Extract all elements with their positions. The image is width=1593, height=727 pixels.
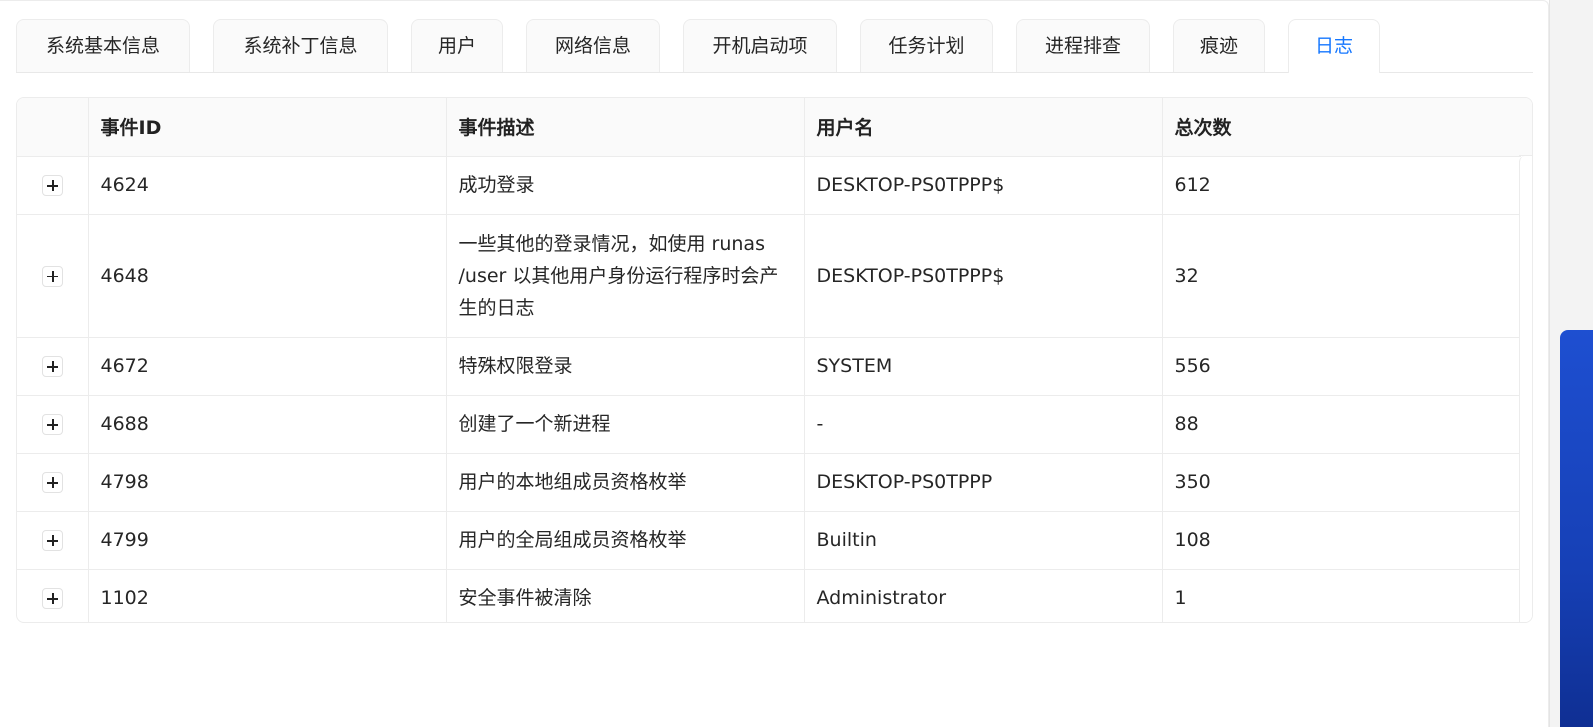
table-row: 4624 成功登录 DESKTOP-PS0TPPP$ 612 bbox=[17, 156, 1521, 215]
count-cell: 612 bbox=[1161, 156, 1521, 215]
expand-cell bbox=[17, 214, 88, 338]
table-row: 4798 用户的本地组成员资格枚举 DESKTOP-PS0TPPP 350 bbox=[17, 453, 1521, 512]
description-cell: 创建了一个新进程 bbox=[445, 395, 804, 454]
tab-process-check[interactable]: 进程排查 bbox=[1016, 19, 1150, 72]
event-id-cell: 4624 bbox=[87, 156, 446, 215]
header-filler bbox=[1519, 98, 1532, 156]
app-window: 系统基本信息 系统补丁信息 用户 网络信息 开机启动项 任务计划 进程排查 痕迹… bbox=[0, 0, 1593, 727]
expand-cell bbox=[17, 453, 88, 512]
tab-users[interactable]: 用户 bbox=[411, 19, 503, 72]
table-row: 4648 一些其他的登录情况，如使用 runas /user 以其他用户身份运行… bbox=[17, 214, 1521, 338]
event-id-cell: 4798 bbox=[87, 453, 446, 512]
expand-cell bbox=[17, 569, 88, 622]
table-row: 4672 特殊权限登录 SYSTEM 556 bbox=[17, 337, 1521, 396]
tab-scheduled-tasks[interactable]: 任务计划 bbox=[860, 19, 993, 72]
event-id-cell: 4648 bbox=[87, 214, 446, 338]
count-cell: 108 bbox=[1161, 511, 1521, 570]
event-id-cell: 4799 bbox=[87, 511, 446, 570]
tab-traces[interactable]: 痕迹 bbox=[1173, 19, 1265, 72]
column-header-expand bbox=[17, 98, 88, 157]
tab-bar: 系统基本信息 系统补丁信息 用户 网络信息 开机启动项 任务计划 进程排查 痕迹… bbox=[16, 19, 1533, 73]
count-cell: 350 bbox=[1161, 453, 1521, 512]
count-cell: 1 bbox=[1161, 569, 1521, 622]
count-cell: 556 bbox=[1161, 337, 1521, 396]
expand-cell bbox=[17, 395, 88, 454]
plus-icon[interactable] bbox=[41, 530, 63, 551]
username-cell: SYSTEM bbox=[803, 337, 1162, 396]
event-log-table: 事件ID 事件描述 用户名 总次数 4624 成功登录 DESKTOP-PS0T… bbox=[16, 97, 1533, 623]
username-cell: DESKTOP-PS0TPPP$ bbox=[803, 214, 1162, 338]
main-panel: 系统基本信息 系统补丁信息 用户 网络信息 开机启动项 任务计划 进程排查 痕迹… bbox=[0, 0, 1549, 727]
description-cell: 成功登录 bbox=[445, 156, 804, 215]
expand-cell bbox=[17, 156, 88, 215]
column-header-username: 用户名 bbox=[803, 98, 1162, 157]
column-header-event-id: 事件ID bbox=[87, 98, 446, 157]
table-scrollbar[interactable] bbox=[1519, 156, 1532, 622]
table-header-row: 事件ID 事件描述 用户名 总次数 bbox=[17, 98, 1521, 157]
description-cell: 特殊权限登录 bbox=[445, 337, 804, 396]
plus-icon[interactable] bbox=[41, 414, 63, 435]
table-row: 4688 创建了一个新进程 - 88 bbox=[17, 395, 1521, 454]
description-cell: 用户的本地组成员资格枚举 bbox=[445, 453, 804, 512]
plus-icon[interactable] bbox=[41, 356, 63, 377]
table-row: 1102 安全事件被清除 Administrator 1 bbox=[17, 569, 1521, 622]
username-cell: DESKTOP-PS0TPPP bbox=[803, 453, 1162, 512]
description-cell: 用户的全局组成员资格枚举 bbox=[445, 511, 804, 570]
description-cell: 一些其他的登录情况，如使用 runas /user 以其他用户身份运行程序时会产… bbox=[445, 214, 804, 338]
tab-network-info[interactable]: 网络信息 bbox=[526, 19, 660, 72]
username-cell: Builtin bbox=[803, 511, 1162, 570]
table-row: 4799 用户的全局组成员资格枚举 Builtin 108 bbox=[17, 511, 1521, 570]
tab-logs[interactable]: 日志 bbox=[1288, 19, 1380, 73]
plus-icon[interactable] bbox=[41, 175, 63, 196]
event-id-cell: 4688 bbox=[87, 395, 446, 454]
description-cell: 安全事件被清除 bbox=[445, 569, 804, 622]
username-cell: - bbox=[803, 395, 1162, 454]
event-id-cell: 1102 bbox=[87, 569, 446, 622]
tab-system-patch-info[interactable]: 系统补丁信息 bbox=[213, 19, 388, 72]
plus-icon[interactable] bbox=[41, 472, 63, 493]
column-header-total-count: 总次数 bbox=[1161, 98, 1521, 157]
event-id-cell: 4672 bbox=[87, 337, 446, 396]
username-cell: Administrator bbox=[803, 569, 1162, 622]
plus-icon[interactable] bbox=[41, 588, 63, 609]
desktop-edge bbox=[1549, 0, 1593, 727]
expand-cell bbox=[17, 511, 88, 570]
count-cell: 88 bbox=[1161, 395, 1521, 454]
desktop-wallpaper-strip bbox=[1560, 330, 1593, 727]
username-cell: DESKTOP-PS0TPPP$ bbox=[803, 156, 1162, 215]
count-cell: 32 bbox=[1161, 214, 1521, 338]
tab-system-basic-info[interactable]: 系统基本信息 bbox=[16, 19, 190, 72]
tab-startup-items[interactable]: 开机启动项 bbox=[683, 19, 837, 72]
column-header-description: 事件描述 bbox=[445, 98, 804, 157]
expand-cell bbox=[17, 337, 88, 396]
plus-icon[interactable] bbox=[41, 265, 63, 287]
